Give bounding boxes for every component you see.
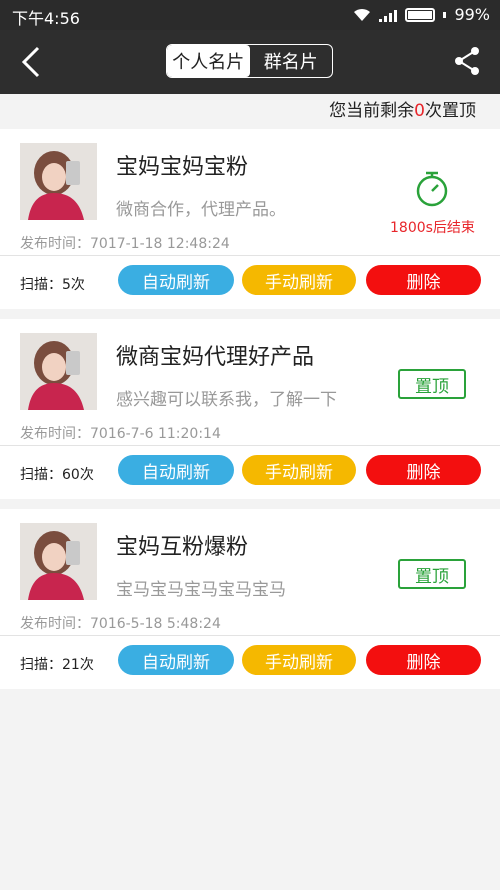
avatar (20, 523, 97, 600)
scan-count: 扫描：5次 (20, 277, 85, 293)
tab-switcher: 个人名片 群名片 (166, 44, 333, 78)
signal-icon (379, 8, 398, 22)
pin-top-button[interactable]: 置顶 (398, 559, 466, 589)
remaining-prefix: 您当前剩余 (329, 101, 415, 121)
card-item: 宝妈宝妈宝粉 微商合作，代理产品。 发布时间：7017-1-18 12:48:2… (0, 129, 500, 309)
scan-count: 扫描：21次 (20, 657, 94, 673)
share-icon[interactable] (450, 44, 484, 78)
card-item: 微商宝妈代理好产品 感兴趣可以联系我，了解一下 发布时间：7016-7-6 11… (0, 319, 500, 499)
manual-refresh-button[interactable]: 手动刷新 (242, 455, 356, 485)
card-title: 宝妈互粉爆粉 (116, 535, 249, 560)
stopwatch-icon (416, 171, 448, 207)
remaining-suffix: 次置顶 (425, 101, 476, 121)
remaining-top-count: 您当前剩余0次置顶 (0, 94, 500, 128)
divider (0, 255, 500, 256)
card-item: 宝妈互粉爆粉 宝马宝马宝马宝马宝马 发布时间：7016-5-18 5:48:24… (0, 509, 500, 689)
battery-tip (443, 11, 447, 18)
pin-top-button[interactable]: 置顶 (398, 369, 466, 399)
wifi-icon (354, 8, 371, 21)
divider (0, 635, 500, 636)
manual-refresh-button[interactable]: 手动刷新 (242, 265, 356, 295)
tab-personal-card[interactable]: 个人名片 (167, 45, 250, 77)
status-icons: 99% (353, 5, 490, 24)
auto-refresh-button[interactable]: 自动刷新 (118, 265, 234, 295)
card-desc: 微商合作，代理产品。 (116, 200, 286, 220)
timer-countdown: 1800s后结束 (390, 220, 475, 236)
manual-refresh-button[interactable]: 手动刷新 (242, 645, 356, 675)
battery-percent: 99% (454, 5, 490, 24)
card-publish-time: 发布时间：7016-7-6 11:20:14 (20, 426, 221, 442)
card-desc: 宝马宝马宝马宝马宝马 (116, 580, 286, 600)
back-icon[interactable] (10, 40, 54, 84)
auto-refresh-button[interactable]: 自动刷新 (118, 455, 234, 485)
delete-button[interactable]: 删除 (366, 265, 481, 295)
tab-group-card[interactable]: 群名片 (250, 45, 333, 77)
scan-count: 扫描：60次 (20, 467, 94, 483)
card-publish-time: 发布时间：7017-1-18 12:48:24 (20, 236, 230, 252)
card-title: 微商宝妈代理好产品 (116, 345, 315, 370)
divider (0, 445, 500, 446)
card-title: 宝妈宝妈宝粉 (116, 155, 249, 180)
battery-icon (405, 7, 436, 22)
status-bar: 下午4:56 99% (0, 0, 500, 30)
remaining-count: 0 (414, 101, 425, 121)
avatar (20, 333, 97, 410)
status-time: 下午4:56 (12, 9, 80, 28)
avatar (20, 143, 97, 220)
card-desc: 感兴趣可以联系我，了解一下 (116, 390, 337, 410)
nav-bar: 个人名片 群名片 (0, 30, 500, 94)
delete-button[interactable]: 删除 (366, 645, 481, 675)
delete-button[interactable]: 删除 (366, 455, 481, 485)
card-publish-time: 发布时间：7016-5-18 5:48:24 (20, 616, 221, 632)
auto-refresh-button[interactable]: 自动刷新 (118, 645, 234, 675)
